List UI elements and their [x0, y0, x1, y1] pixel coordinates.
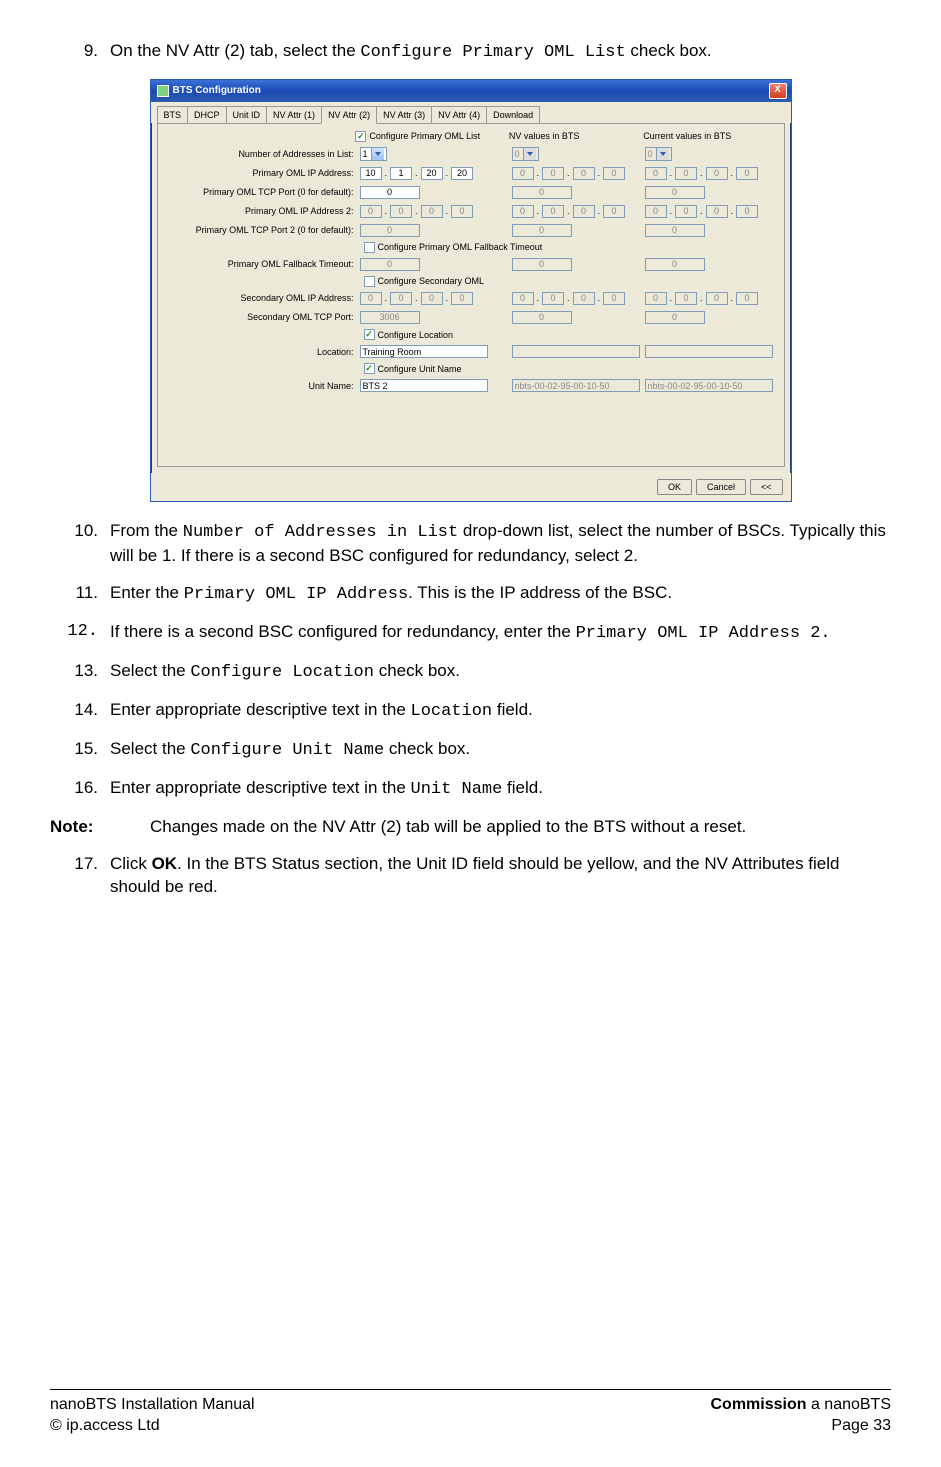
row-unitname: Unit Name: BTS 2 nbts-00-02-95-00-10-50 … — [164, 378, 778, 394]
window-icon — [157, 85, 169, 97]
footer-section: Commission a nanoBTS — [710, 1394, 891, 1416]
ip1-b[interactable]: 1 — [390, 167, 412, 180]
tab-nvattr3[interactable]: NV Attr (3) — [376, 106, 432, 123]
row-location: Location: Training Room — [164, 344, 778, 360]
ip1-d[interactable]: 20 — [451, 167, 473, 180]
col-nv: NV values in BTS — [509, 130, 643, 142]
tab-unitid[interactable]: Unit ID — [226, 106, 268, 123]
row-fallback: Primary OML Fallback Timeout: 0 0 0 — [164, 256, 778, 272]
note-body: Changes made on the NV Attr (2) tab will… — [150, 816, 891, 839]
row-num-addresses: Number of Addresses in List: 1 0 0 — [164, 146, 778, 162]
step-number: 9. — [50, 40, 110, 65]
row-primary-ip: Primary OML IP Address: 10. 1. 20. 20 0.… — [164, 165, 778, 181]
row-chk-unitname: Configure Unit Name — [364, 363, 778, 375]
title-bar: BTS Configuration X — [151, 80, 791, 102]
tab-nvattr4[interactable]: NV Attr (4) — [431, 106, 487, 123]
ok-button[interactable]: OK — [657, 479, 692, 495]
ip1-c[interactable]: 20 — [421, 167, 443, 180]
port1-input[interactable]: 0 — [360, 186, 420, 199]
location-input[interactable]: Training Room — [360, 345, 488, 358]
note-label: Note: — [50, 816, 150, 839]
instruction-list-cont: 10. From the Number of Addresses in List… — [50, 520, 891, 802]
row-primary-port2: Primary OML TCP Port 2 (0 for default): … — [164, 222, 778, 238]
close-icon[interactable]: X — [769, 83, 787, 99]
unitname-input[interactable]: BTS 2 — [360, 379, 488, 392]
footer-copyright: © ip.access Ltd — [50, 1415, 255, 1437]
configure-fallback-checkbox[interactable] — [364, 242, 375, 253]
note: Note: Changes made on the NV Attr (2) ta… — [50, 816, 891, 839]
tab-nvattr1[interactable]: NV Attr (1) — [266, 106, 322, 123]
step-15: 15. Select the Configure Unit Name check… — [50, 738, 891, 763]
screenshot-wrapper: BTS Configuration X BTS DHCP Unit ID NV … — [50, 79, 891, 502]
page-footer: nanoBTS Installation Manual © ip.access … — [50, 1389, 891, 1437]
chevron-down-icon — [656, 148, 669, 160]
configure-location-checkbox[interactable] — [364, 329, 375, 340]
instruction-list: 9. On the NV Attr (2) tab, select the Co… — [50, 40, 891, 65]
row-chk-fallback: Configure Primary OML Fallback Timeout — [364, 241, 778, 253]
row-chk-location: Configure Location — [364, 329, 778, 341]
chevron-down-icon — [523, 148, 536, 160]
configure-secondary-checkbox[interactable] — [364, 276, 375, 287]
cancel-button[interactable]: Cancel — [696, 479, 746, 495]
step-10: 10. From the Number of Addresses in List… — [50, 520, 891, 568]
step-12: 12. If there is a second BSC configured … — [50, 621, 891, 646]
instruction-list-cont2: 17. Click OK. In the BTS Status section,… — [50, 853, 891, 899]
row-primary-port: Primary OML TCP Port (0 for default): 0 … — [164, 184, 778, 200]
col-cur: Current values in BTS — [643, 130, 777, 142]
step-9: 9. On the NV Attr (2) tab, select the Co… — [50, 40, 891, 65]
step-17: 17. Click OK. In the BTS Status section,… — [50, 853, 891, 899]
tab-nvattr2[interactable]: NV Attr (2) — [321, 106, 377, 124]
window-title: BTS Configuration — [173, 84, 261, 98]
step-11: 11. Enter the Primary OML IP Address. Th… — [50, 582, 891, 607]
ip1-a[interactable]: 10 — [360, 167, 382, 180]
configure-unitname-checkbox[interactable] — [364, 363, 375, 374]
tab-strip: BTS DHCP Unit ID NV Attr (1) NV Attr (2)… — [151, 102, 791, 123]
row-chk-secondary: Configure Secondary OML — [364, 275, 778, 287]
configure-primary-oml-checkbox[interactable] — [355, 131, 366, 142]
footer-manual: nanoBTS Installation Manual — [50, 1394, 255, 1416]
tab-panel: Configure Primary OML List NV values in … — [157, 123, 785, 467]
step-body: On the NV Attr (2) tab, select the Confi… — [110, 40, 891, 65]
row-primary-ip2: Primary OML IP Address 2: 0. 0. 0. 0 0. … — [164, 203, 778, 219]
step-16: 16. Enter appropriate descriptive text i… — [50, 777, 891, 802]
step-14: 14. Enter appropriate descriptive text i… — [50, 699, 891, 724]
chevron-down-icon — [371, 148, 384, 160]
bts-config-window: BTS Configuration X BTS DHCP Unit ID NV … — [150, 79, 792, 502]
tab-download[interactable]: Download — [486, 106, 540, 123]
tab-dhcp[interactable]: DHCP — [187, 106, 227, 123]
step-13: 13. Select the Configure Location check … — [50, 660, 891, 685]
tab-bts[interactable]: BTS — [157, 106, 189, 123]
footer-page: Page 33 — [710, 1415, 891, 1437]
row-secondary-port: Secondary OML TCP Port: 3006 0 0 — [164, 310, 778, 326]
column-headers: Configure Primary OML List NV values in … — [164, 130, 778, 142]
back-button[interactable]: << — [750, 479, 783, 495]
row-secondary-ip: Secondary OML IP Address: 0. 0. 0. 0 0. … — [164, 291, 778, 307]
num-addresses-select[interactable]: 1 — [360, 147, 387, 161]
button-bar: OK Cancel << — [151, 473, 791, 501]
